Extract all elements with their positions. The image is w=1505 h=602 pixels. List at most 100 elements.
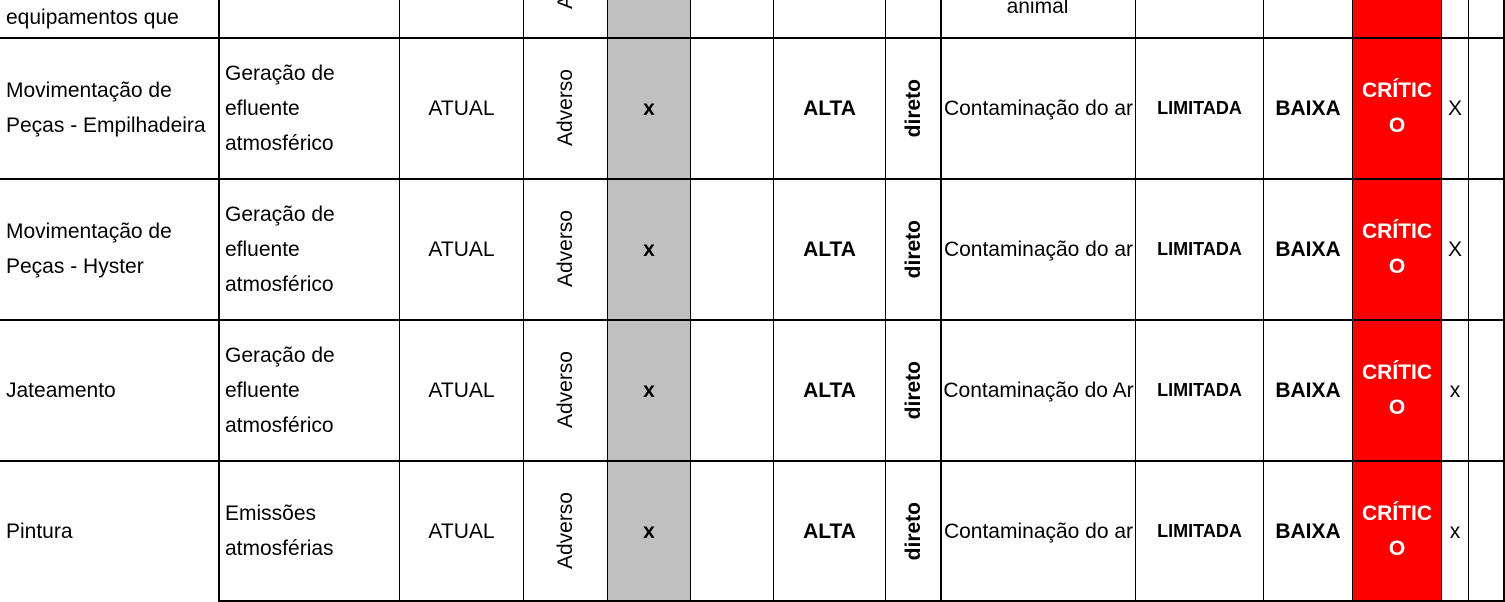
frequency-cell[interactable]: ALTA [774,179,885,319]
incidence-text: direto [901,78,925,138]
scope-text: LIMITADA [1157,238,1242,259]
activity-cell[interactable]: Jateamento [0,320,218,460]
temporality-cell[interactable]: ATUAL [400,38,523,178]
impact-text: Contaminação do ar [943,519,1134,543]
temporality-text: ATUAL [428,519,495,543]
nature-cell[interactable]: Adverso [524,320,607,460]
incidence-cell[interactable]: direto [886,320,940,460]
activity-text: Jateamento [6,378,116,402]
grid-line [0,460,1505,462]
empty-cell[interactable] [1469,179,1503,319]
grid-line [885,0,886,602]
significance-badge[interactable]: CRÍTICO [1353,461,1441,601]
significance-badge[interactable]: CRÍTICO [1353,179,1441,319]
empty-cell[interactable] [1469,320,1503,460]
grid-line [607,0,608,602]
impact-cell[interactable]: Contaminação do ar [942,461,1135,601]
partial-impact-cell[interactable]: animal [940,0,1135,26]
temporality-text: ATUAL [428,237,495,261]
mark-cell[interactable]: x [608,461,690,601]
scope-cell[interactable]: LIMITADA [1136,320,1263,460]
severity-cell[interactable]: BAIXA [1264,179,1352,319]
incidence-cell[interactable]: direto [886,461,940,601]
significance-badge[interactable]: CRÍTICO [1353,38,1441,178]
temporality-text: ATUAL [428,378,495,402]
nature-cell[interactable]: Adverso [524,461,607,601]
aspect-cell[interactable]: Geração de efluente atmosférico [219,320,399,460]
mark-text: x [643,378,655,402]
impact-cell[interactable]: Contaminação do ar [942,38,1135,178]
aspect-cell[interactable]: Emissões atmosférias [219,461,399,601]
activity-text: Movimentação de Peças - Hyster [6,220,172,278]
empty-cell[interactable] [691,320,773,460]
partial-nature-cell[interactable]: A [523,0,607,22]
activity-cell[interactable]: Movimentação de Peças - Empilhadeira [0,38,218,178]
grid-line [1468,0,1469,602]
severity-cell[interactable]: BAIXA [1264,461,1352,601]
frequency-cell[interactable]: ALTA [774,461,885,601]
impact-cell[interactable]: Contaminação do Ar [942,320,1135,460]
empty-cell[interactable] [691,461,773,601]
check-cell[interactable]: X [1442,179,1468,319]
significance-badge[interactable]: CRÍTICO [1353,320,1441,460]
partial-impact-text: animal [1006,0,1069,18]
scope-cell[interactable]: LIMITADA [1136,179,1263,319]
empty-cell[interactable] [691,38,773,178]
scope-cell[interactable]: LIMITADA [1136,461,1263,601]
nature-text: Adverso [554,351,577,429]
frequency-cell[interactable]: ALTA [774,38,885,178]
spreadsheet-table: equipamentos que A animal Movimentação d… [0,0,1505,602]
partial-activity-text: equipamentos que [6,6,179,29]
grid-line [0,178,1505,180]
mark-cell[interactable]: x [608,320,690,460]
temporality-cell[interactable]: ATUAL [400,179,523,319]
partial-activity-cell[interactable]: equipamentos que [0,0,219,37]
check-cell[interactable]: X [1442,38,1468,178]
nature-cell[interactable]: Adverso [524,179,607,319]
activity-cell[interactable]: Pintura [0,461,218,601]
severity-cell[interactable]: BAIXA [1264,320,1352,460]
impact-text: Contaminação do ar [943,96,1134,120]
severity-cell[interactable]: BAIXA [1264,38,1352,178]
significance-text: CRÍTICO [1362,361,1432,419]
empty-cell[interactable] [1469,461,1503,601]
aspect-cell[interactable]: Geração de efluente atmosférico [219,38,399,178]
severity-text: BAIXA [1275,237,1341,261]
impact-cell[interactable]: Contaminação do ar [942,179,1135,319]
aspect-text: Emissões atmosférias [225,502,334,560]
aspect-text: Geração de efluente atmosférico [225,202,335,296]
significance-text: CRÍTICO [1362,502,1432,560]
check-cell[interactable]: x [1442,461,1468,601]
severity-text: BAIXA [1275,519,1341,543]
scope-text: LIMITADA [1157,379,1242,400]
grid-line [773,0,774,602]
grid-line [523,0,524,602]
mark-text: x [643,96,655,120]
empty-cell[interactable] [691,179,773,319]
grid-line [690,0,691,602]
significance-text: CRÍTICO [1362,79,1432,137]
grid-line [399,0,400,602]
frequency-text: ALTA [803,237,856,261]
incidence-cell[interactable]: direto [886,179,940,319]
nature-text: Adverso [554,210,577,288]
incidence-cell[interactable]: direto [886,38,940,178]
mark-cell[interactable]: x [608,179,690,319]
grid-line [1135,0,1136,602]
check-cell[interactable]: x [1442,320,1468,460]
incidence-text: direto [901,219,925,279]
partial-nature-text: A [553,0,577,9]
frequency-text: ALTA [803,519,856,543]
nature-cell[interactable]: Adverso [524,38,607,178]
temporality-cell[interactable]: ATUAL [400,461,523,601]
scope-cell[interactable]: LIMITADA [1136,38,1263,178]
activity-cell[interactable]: Movimentação de Peças - Hyster [0,179,218,319]
aspect-cell[interactable]: Geração de efluente atmosférico [219,179,399,319]
impact-text: Contaminação do Ar [943,378,1134,402]
frequency-cell[interactable]: ALTA [774,320,885,460]
mark-cell[interactable]: x [608,38,690,178]
empty-cell[interactable] [1469,38,1503,178]
temporality-cell[interactable]: ATUAL [400,320,523,460]
scope-text: LIMITADA [1157,97,1242,118]
check-text: X [1447,96,1462,120]
